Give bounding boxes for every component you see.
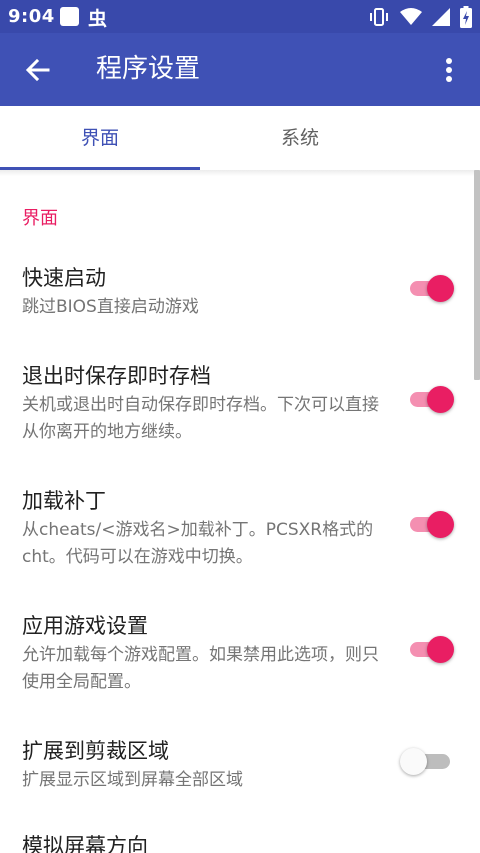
pref-summary: 允许加载每个游戏配置。如果禁用此选项，则只使用全局配置。 (22, 645, 379, 692)
pref-title: 退出时保存即时存档 (22, 364, 211, 388)
pref-title: 加载补丁 (22, 489, 106, 513)
pref-title: 扩展到剪裁区域 (22, 739, 169, 763)
square-app-icon (60, 7, 79, 26)
signal-icon (432, 8, 450, 26)
back-arrow-icon[interactable] (22, 55, 52, 85)
pref-title: 应用游戏设置 (22, 614, 148, 638)
switch-expand-to-cutout[interactable] (400, 745, 456, 777)
switch-apply-game-settings[interactable] (408, 633, 456, 665)
wifi-icon (400, 8, 422, 25)
tab-bar: 界面 系统 (0, 106, 480, 176)
pref-title: 模拟屏幕方向 (22, 834, 148, 853)
tab-system[interactable]: 系统 (200, 106, 400, 170)
vibrate-icon (370, 8, 388, 26)
page-title: 程序设置 (96, 54, 201, 84)
section-header: 界面 (22, 208, 58, 229)
settings-list[interactable]: 界面 快速启动 跳过BIOS直接启动游戏 退出时保存即时存档 关机或退出时自动保… (0, 172, 480, 853)
pref-summary: 跳过BIOS直接启动游戏 (22, 297, 199, 317)
tab-interface[interactable]: 界面 (0, 106, 200, 170)
bug-icon: 虫 (88, 8, 108, 30)
pref-title: 快速启动 (22, 266, 106, 290)
system-icons (368, 6, 472, 28)
switch-save-state-on-exit[interactable] (408, 383, 456, 415)
switch-fast-boot[interactable] (408, 272, 456, 304)
pref-summary: 从cheats/<游戏名>加载补丁。PCSXR格式的cht。代码可以在游戏中切换… (22, 520, 374, 567)
app-bar: 程序设置 (0, 33, 480, 106)
battery-charging-icon (460, 6, 472, 28)
pref-summary: 扩展显示区域到屏幕全部区域 (22, 770, 243, 790)
switch-load-patches[interactable] (408, 508, 456, 540)
more-vert-icon[interactable] (434, 55, 464, 85)
status-time: 9:04 (8, 6, 55, 27)
scrollbar[interactable] (474, 170, 480, 380)
status-bar: 9:04 虫 (0, 0, 480, 33)
pref-summary: 关机或退出时自动保存即时存档。下次可以直接从你离开的地方继续。 (22, 395, 379, 442)
pref-emulated-orientation[interactable]: 模拟屏幕方向 (0, 830, 480, 853)
